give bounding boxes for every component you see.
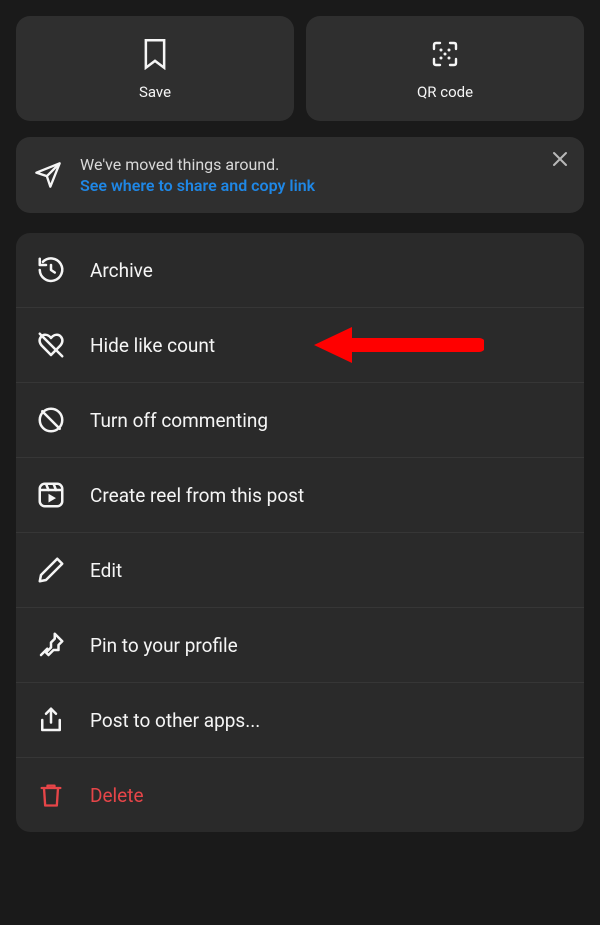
menu-item-create-reel[interactable]: Create reel from this post [16, 457, 584, 532]
heart-off-icon [36, 330, 66, 360]
menu-item-pin-to-profile[interactable]: Pin to your profile [16, 607, 584, 682]
menu-list: Archive Hide like count Turn off comment… [16, 233, 584, 832]
reel-icon [36, 480, 66, 510]
paper-plane-icon [34, 161, 62, 189]
banner-text: We've moved things around. See where to … [80, 155, 566, 195]
banner-link[interactable]: See where to share and copy link [80, 176, 566, 195]
menu-item-hide-like-count[interactable]: Hide like count [16, 307, 584, 382]
bookmark-icon [138, 37, 172, 71]
menu-item-turn-off-commenting[interactable]: Turn off commenting [16, 382, 584, 457]
close-icon [552, 151, 568, 167]
menu-label-delete: Delete [90, 784, 144, 807]
trash-icon [36, 780, 66, 810]
comment-off-icon [36, 405, 66, 435]
menu-label-edit: Edit [90, 559, 122, 582]
qrcode-icon [428, 37, 462, 71]
banner-line1: We've moved things around. [80, 155, 566, 174]
pencil-icon [36, 555, 66, 585]
annotation-arrow [314, 321, 484, 369]
save-button[interactable]: Save [16, 16, 294, 121]
menu-label-pin-to-profile: Pin to your profile [90, 634, 238, 657]
qrcode-label: QR code [417, 83, 473, 101]
share-icon [36, 705, 66, 735]
close-banner-button[interactable] [550, 149, 570, 169]
pin-icon [36, 630, 66, 660]
top-button-row: Save QR code [16, 16, 584, 121]
menu-item-post-to-other-apps[interactable]: Post to other apps... [16, 682, 584, 757]
archive-icon [36, 255, 66, 285]
menu-label-create-reel: Create reel from this post [90, 484, 304, 507]
menu-label-hide-like-count: Hide like count [90, 334, 215, 357]
menu-item-delete[interactable]: Delete [16, 757, 584, 832]
qrcode-button[interactable]: QR code [306, 16, 584, 121]
save-label: Save [139, 83, 171, 101]
menu-item-archive[interactable]: Archive [16, 233, 584, 307]
menu-label-turn-off-commenting: Turn off commenting [90, 409, 268, 432]
menu-label-post-to-other-apps: Post to other apps... [90, 709, 260, 732]
info-banner[interactable]: We've moved things around. See where to … [16, 137, 584, 213]
menu-item-edit[interactable]: Edit [16, 532, 584, 607]
menu-label-archive: Archive [90, 259, 153, 282]
